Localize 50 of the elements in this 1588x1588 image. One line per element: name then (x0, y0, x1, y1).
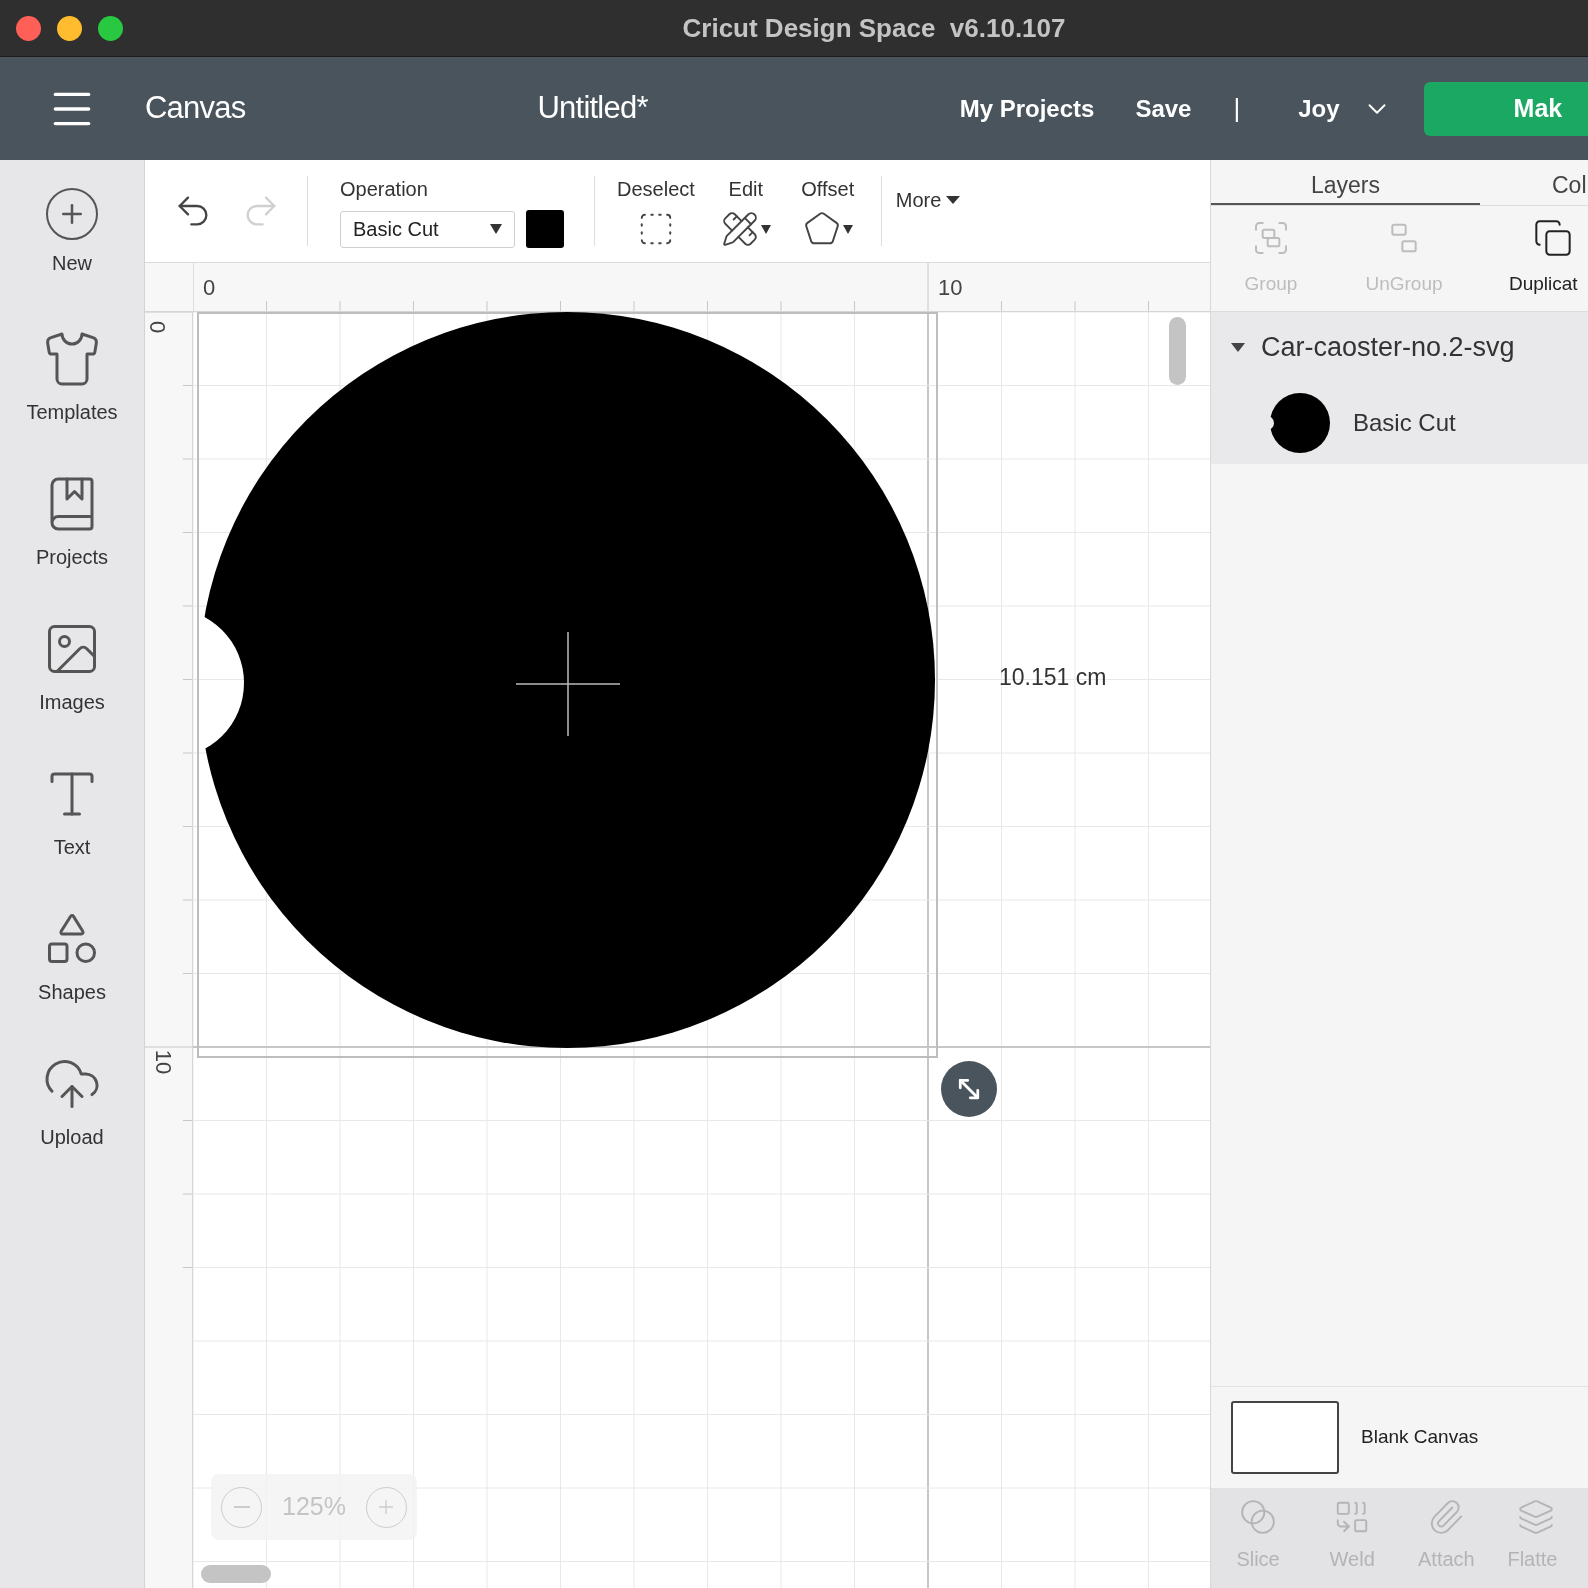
color-swatch[interactable] (526, 210, 564, 248)
toolbar-tool[interactable]: Edit (714, 174, 777, 248)
pencil-ruler-icon (720, 210, 759, 248)
vertical-scrollbar[interactable] (1169, 317, 1186, 385)
user-name[interactable]: Joy (1298, 90, 1340, 127)
minimize-window-button[interactable] (57, 16, 82, 41)
window-title: Cricut Design Space v6.10.107 (682, 11, 1066, 45)
save-link[interactable]: Save (1135, 90, 1192, 127)
layer-row[interactable]: Basic Cut (1211, 382, 1588, 464)
panel-tab[interactable]: Col (1480, 160, 1588, 205)
more-dropdown[interactable]: More (895, 185, 961, 215)
dropdown-triangle-icon (842, 224, 853, 234)
dropdown-triangle-icon (946, 196, 961, 204)
sidebar-item[interactable]: Templates (0, 305, 144, 450)
ruler-label: 10 (938, 274, 963, 302)
blank-canvas-label: Blank Canvas (1361, 1425, 1479, 1450)
toolbar-tool[interactable]: Offset (796, 174, 859, 248)
sidebar-item[interactable]: Shapes (0, 885, 144, 1030)
toolbar-tool[interactable]: Deselect (617, 174, 695, 248)
zoom-window-button[interactable] (98, 16, 123, 41)
sidebar-item[interactable]: New (0, 160, 144, 305)
layer-group-name: Car-caoster-no.2-svg (1261, 330, 1515, 364)
layer-action[interactable]: Duplicat (1477, 206, 1588, 311)
document-title: Untitled* (537, 89, 648, 128)
ruler-label: 0 (146, 320, 169, 334)
ruler-label: 10 (152, 1049, 175, 1075)
dropdown-triangle-icon (760, 224, 771, 234)
operation-label: Operation (340, 177, 429, 202)
dropdown-triangle-icon (490, 224, 502, 234)
horizontal-scrollbar[interactable] (201, 1565, 271, 1583)
sidebar-item[interactable]: Images (0, 595, 144, 740)
layer-group-row[interactable]: Car-caoster-no.2-svg (1211, 312, 1588, 382)
my-projects-link[interactable]: My Projects (959, 90, 1095, 127)
blank-canvas-row[interactable]: Blank Canvas (1211, 1386, 1588, 1488)
minus-icon (233, 1506, 250, 1508)
close-window-button[interactable] (16, 16, 41, 41)
section-title: Canvas (145, 89, 246, 128)
layer-thumbnail (1269, 392, 1331, 454)
resize-handle[interactable] (941, 1061, 997, 1117)
expand-triangle-icon[interactable] (1231, 342, 1245, 352)
ruler-label: 0 (203, 274, 216, 302)
sidebar-item[interactable]: Upload (0, 1030, 144, 1175)
layer-name: Basic Cut (1353, 408, 1456, 438)
dimension-label: 10.151 cm (999, 663, 1107, 692)
sidebar-item[interactable]: Text (0, 740, 144, 885)
sidebar-item[interactable]: Projects (0, 450, 144, 595)
panel-tab[interactable]: Layers (1211, 160, 1480, 205)
header-separator: | (1233, 92, 1241, 125)
duplicate-icon (1533, 218, 1573, 258)
operation-select[interactable]: Basic Cut (340, 210, 515, 248)
